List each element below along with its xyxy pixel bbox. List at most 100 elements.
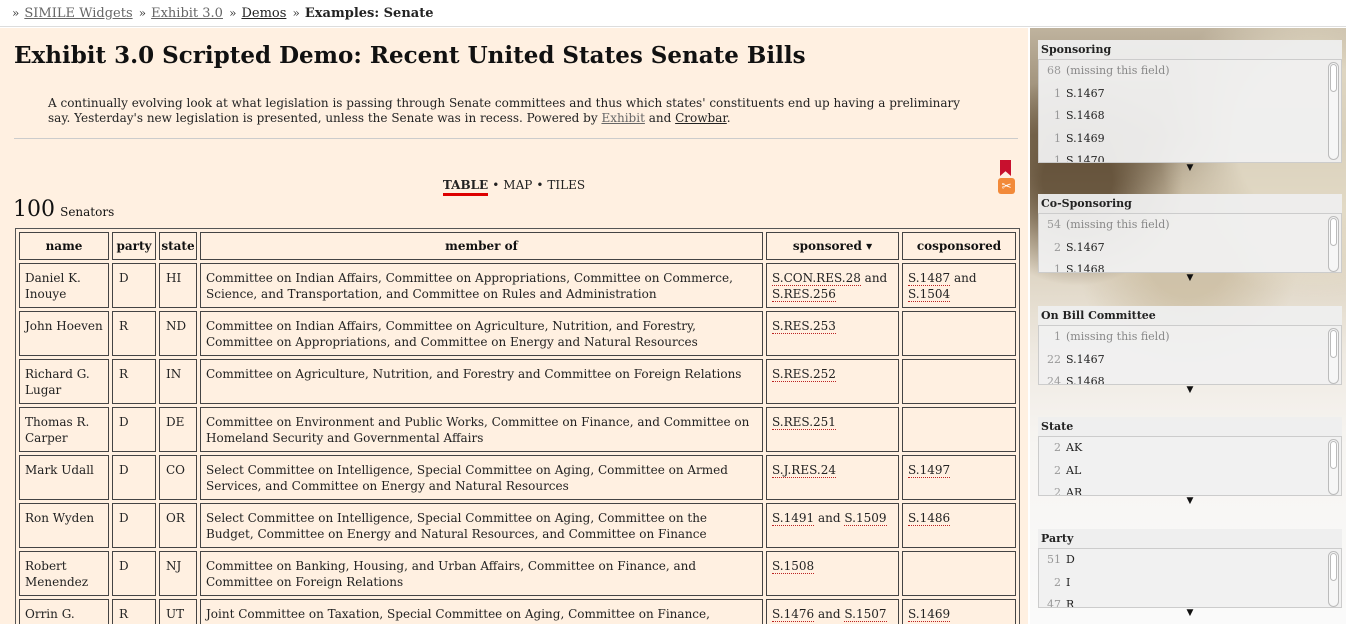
expand-arrow-icon[interactable]: ▼ (1038, 385, 1342, 395)
senator-name: Daniel K. Inouye (19, 263, 109, 308)
bill-link[interactable]: S.1509 (844, 511, 887, 526)
intro-text: A continually evolving look at what legi… (48, 96, 961, 125)
facet-value[interactable]: 1 (missing this field) (1039, 326, 1341, 349)
facet-value-label: S.1470 (1066, 154, 1105, 163)
column-header-name[interactable]: name (19, 232, 109, 260)
facet-value[interactable]: 54 (missing this field) (1039, 214, 1341, 237)
facet-value[interactable]: 1 S.1469 (1039, 128, 1341, 151)
facet-values-list: 54 (missing this field) 2 S.1467 1 S.1468 (1038, 213, 1342, 273)
facet-value[interactable]: 1 S.1467 (1039, 83, 1341, 106)
scrollbar-thumb[interactable] (1330, 553, 1337, 581)
scrollbar-thumb[interactable] (1330, 64, 1337, 92)
facet-value[interactable]: 2 AL (1039, 460, 1341, 483)
exhibit-link[interactable]: Exhibit (601, 111, 644, 125)
facet-value-count: 24 (1047, 375, 1061, 385)
facet-values-list: 2 AK 2 AL 2 AR (1038, 436, 1342, 496)
column-header-cosponsored[interactable]: cosponsored (902, 232, 1016, 260)
bill-link[interactable]: S.RES.251 (772, 415, 836, 430)
facet-scrollbar[interactable] (1328, 439, 1339, 495)
scrollbar-thumb[interactable] (1330, 330, 1337, 358)
bill-link[interactable]: S.1504 (908, 287, 951, 302)
breadcrumb-separator: » (12, 6, 20, 20)
facet-on-bill-committee: On Bill Committee 1 (missing this field) 22… (1038, 306, 1342, 395)
column-header-member-of[interactable]: member of (200, 232, 763, 260)
result-count-number: 100 (13, 197, 55, 222)
senator-cosponsored: S.1497 (902, 455, 1016, 500)
table-row: Thomas R. Carper D DE Committee on Environm… (19, 407, 1016, 452)
column-header-party[interactable]: party (112, 232, 156, 260)
table-row: Daniel K. Inouye D HI Committee on Indian A… (19, 263, 1016, 308)
bookmark-icon[interactable] (1000, 160, 1011, 176)
scrollbar-thumb[interactable] (1330, 441, 1337, 469)
facet-scrollbar[interactable] (1328, 62, 1339, 160)
facet-value-count: 47 (1047, 598, 1061, 608)
facet-value[interactable]: 1 S.1470 (1039, 150, 1341, 163)
bill-link[interactable]: S.CON.RES.28 (772, 271, 861, 286)
facet-value[interactable]: 51 D (1039, 549, 1341, 572)
facet-state: State 2 AK 2 AL 2 AR ▼ (1038, 417, 1342, 506)
facet-scrollbar[interactable] (1328, 551, 1339, 607)
facet-value[interactable]: 2I (1039, 572, 1341, 595)
facet-values-list: 68 (missing this field) 1 S.1467 1 S.1468 1 S.1… (1038, 59, 1342, 163)
bill-link[interactable]: S.1476 (772, 607, 815, 622)
facet-value-count: 1 (1054, 109, 1061, 122)
bill-link[interactable]: S.1507 (844, 607, 887, 622)
facet-value[interactable]: 2 AR (1039, 482, 1341, 496)
senator-committees: Select Committee on Intelligence, Specia… (200, 503, 763, 548)
bill-link[interactable]: S.1469 (908, 607, 951, 622)
expand-arrow-icon[interactable]: ▼ (1038, 273, 1342, 283)
facet-value-count: 2 (1054, 486, 1061, 496)
bill-link[interactable]: S.RES.253 (772, 319, 836, 334)
bill-link[interactable]: S.1508 (772, 559, 815, 574)
breadcrumb-link-demos[interactable]: Demos (241, 6, 286, 21)
expand-arrow-icon[interactable]: ▼ (1038, 608, 1342, 618)
facet-value[interactable]: 68 (missing this field) (1039, 60, 1341, 83)
breadcrumb-link-simile[interactable]: SIMILE Widgets (24, 6, 132, 21)
facet-value[interactable]: 22 S.1467 (1039, 349, 1341, 372)
crowbar-link[interactable]: Crowbar (675, 111, 727, 125)
facet-values-list: 51 D 2 I 47 R (1038, 548, 1342, 608)
bill-link[interactable]: S.J.RES.24 (772, 463, 836, 478)
expand-arrow-icon[interactable]: ▼ (1038, 163, 1342, 173)
column-header-state[interactable]: state (159, 232, 197, 260)
senator-party: R (112, 311, 156, 356)
facet-value[interactable]: 47 R (1039, 594, 1341, 608)
tab-separator: • (492, 178, 500, 192)
facet-value[interactable]: 24 S.1468 (1039, 371, 1341, 385)
senator-name: Richard G. Lugar (19, 359, 109, 404)
senator-sponsored: S.CON.RES.28 and S.RES.256 (766, 263, 899, 308)
facet-value-label: R (1066, 598, 1075, 608)
bill-link[interactable]: S.1487 (908, 271, 951, 286)
scrollbar-thumb[interactable] (1330, 218, 1337, 246)
facet-scrollbar[interactable] (1328, 328, 1339, 384)
table-row: Ron Wyden D OR Select Committee on Intellig… (19, 503, 1016, 548)
senator-sponsored: S.J.RES.24 (766, 455, 899, 500)
main-content: Exhibit 3.0 Scripted Demo: Recent United… (0, 28, 1028, 624)
tab-tiles[interactable]: TILES (547, 178, 585, 192)
facet-party: Party 51 D 2 I 47 R ▼ (1038, 529, 1342, 618)
facet-value[interactable]: 1 S.1468 (1039, 259, 1341, 273)
senator-sponsored: S.RES.253 (766, 311, 899, 356)
facet-value-count: 51 (1047, 553, 1061, 566)
breadcrumb-link-exhibit[interactable]: Exhibit 3.0 (151, 6, 223, 21)
facet-value[interactable]: 2 AK (1039, 437, 1341, 460)
expand-arrow-icon[interactable]: ▼ (1038, 496, 1342, 506)
facet-value[interactable]: 2 S.1467 (1039, 237, 1341, 260)
bill-link[interactable]: S.RES.256 (772, 287, 836, 302)
senator-name: John Hoeven (19, 311, 109, 356)
column-header-sponsored[interactable]: sponsored (766, 232, 899, 260)
tab-table[interactable]: TABLE (442, 178, 489, 196)
facet-value-label: S.1469 (1066, 131, 1105, 145)
senator-name: Mark Udall (19, 455, 109, 500)
facet-scrollbar[interactable] (1328, 216, 1339, 272)
bill-link[interactable]: S.RES.252 (772, 367, 836, 382)
facet-value-label: S.1468 (1066, 263, 1105, 273)
breadcrumb: » SIMILE Widgets » Exhibit 3.0 » Demos » Exa… (0, 0, 1346, 27)
bill-link[interactable]: S.1491 (772, 511, 815, 526)
facet-value[interactable]: 1 S.1468 (1039, 105, 1341, 128)
senator-cosponsored: S.1487 and S.1504 (902, 263, 1016, 308)
bill-link[interactable]: S.1497 (908, 463, 951, 478)
bill-link[interactable]: S.1486 (908, 511, 951, 526)
tab-map[interactable]: MAP (503, 178, 532, 192)
senator-party: R (112, 599, 156, 624)
